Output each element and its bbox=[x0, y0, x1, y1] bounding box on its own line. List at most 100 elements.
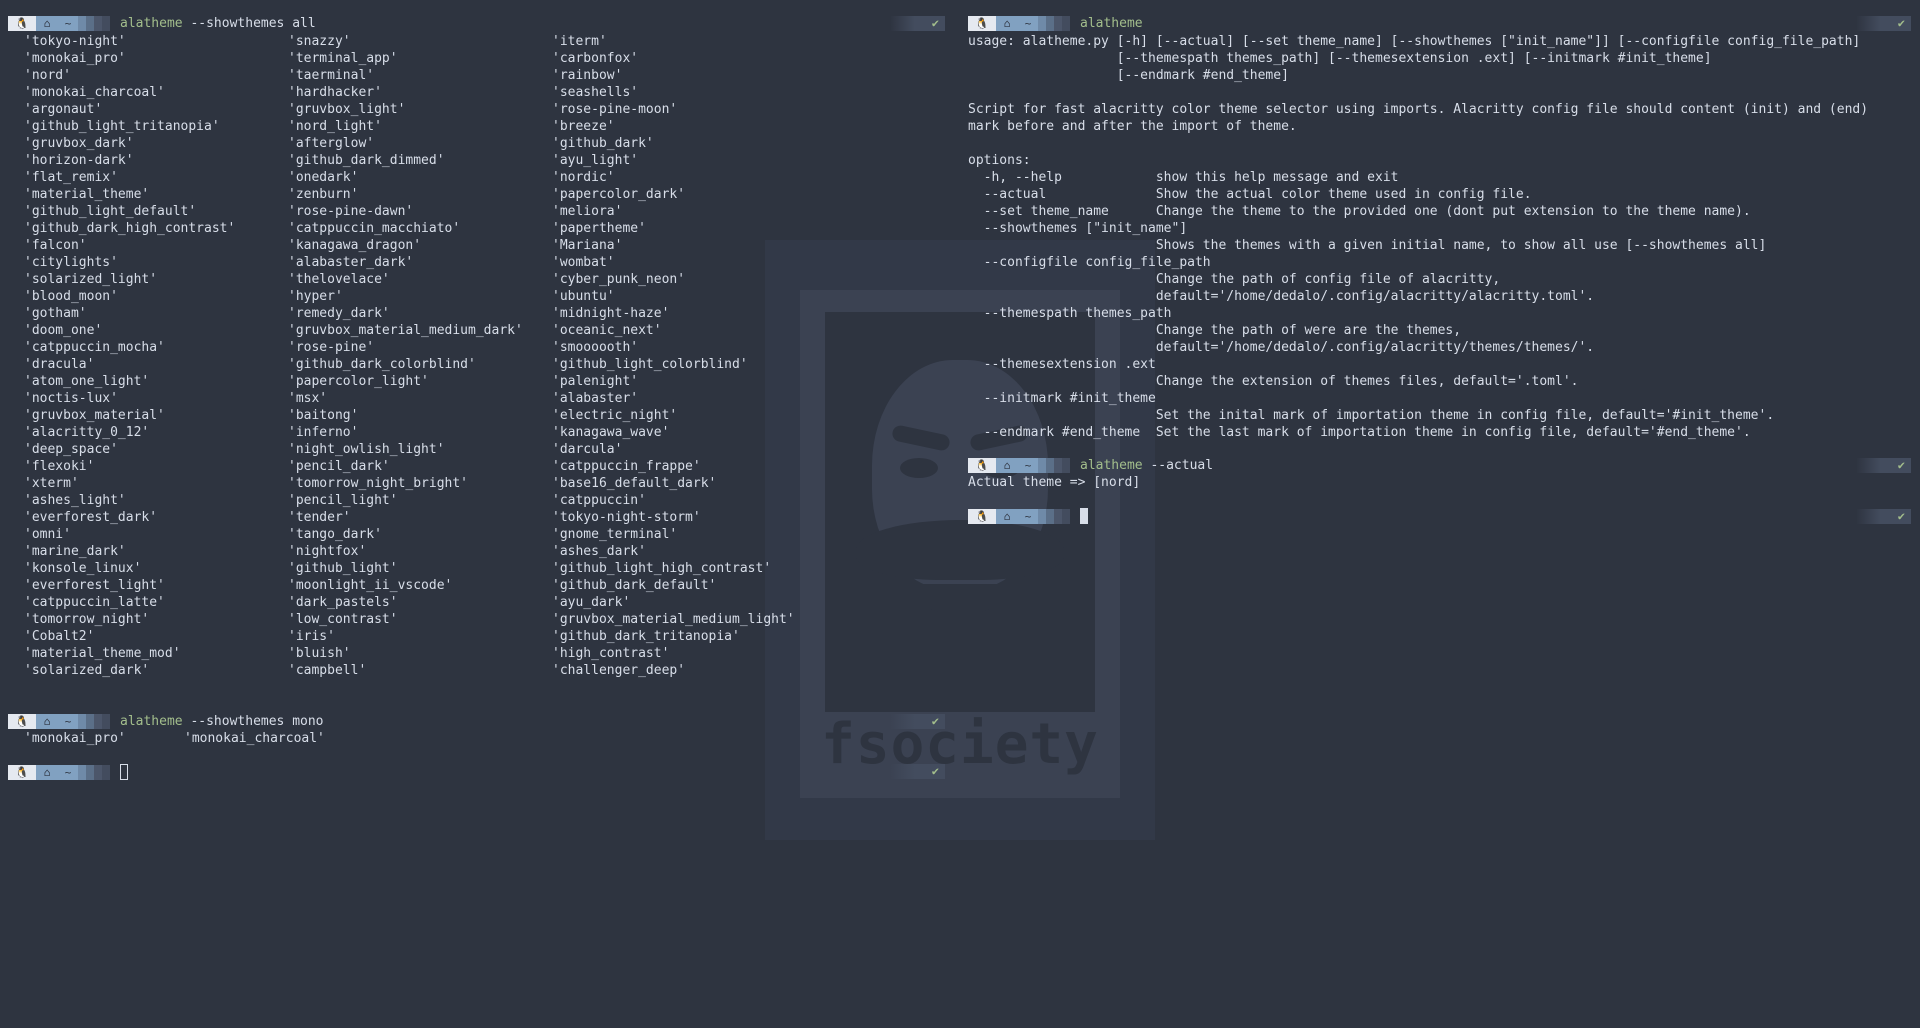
theme-name: 'flexoki' bbox=[24, 459, 95, 474]
theme-name: 'catppuccin_frappe' bbox=[552, 459, 701, 474]
help-line: --showthemes ["init_name"] bbox=[968, 221, 1188, 236]
prompt-segments: 🐧 ⌂ ~ bbox=[968, 458, 1070, 473]
linux-icon: 🐧 bbox=[968, 458, 996, 473]
terminal-cursor[interactable] bbox=[1080, 508, 1088, 524]
theme-name: 'iris' bbox=[288, 629, 335, 644]
success-check-icon: ✔ bbox=[890, 714, 945, 729]
prompt-segments: 🐧 ⌂ ~ bbox=[8, 714, 110, 729]
success-check-icon: ✔ bbox=[1856, 16, 1911, 31]
help-line: mark before and after the import of them… bbox=[968, 119, 1297, 134]
theme-name: 'ubuntu' bbox=[552, 289, 615, 304]
help-line: [--endmark #end_theme] bbox=[968, 68, 1289, 83]
command-args: --actual bbox=[1142, 458, 1214, 473]
help-line: Change the extension of themes files, de… bbox=[968, 374, 1579, 389]
theme-name: 'darcula' bbox=[552, 442, 623, 457]
help-line: Shows the themes with a given initial na… bbox=[968, 238, 1767, 253]
theme-name: 'tender' bbox=[288, 510, 351, 525]
theme-name: 'gruvbox_material_medium_dark' bbox=[288, 323, 523, 338]
current-directory: ~ bbox=[1018, 458, 1038, 473]
prompt-segments: 🐧 ⌂ ~ bbox=[968, 509, 1070, 524]
theme-name: 'campbell' bbox=[288, 663, 367, 678]
success-check-icon: ✔ bbox=[1856, 458, 1911, 473]
theme-name: 'gotham' bbox=[24, 306, 87, 321]
help-line: Script for fast alacritty color theme se… bbox=[968, 102, 1869, 117]
theme-name: 'moonlight_ii_vscode' bbox=[288, 578, 453, 593]
theme-name: 'argonaut' bbox=[24, 102, 103, 117]
help-line: Change the path of config file of alacri… bbox=[968, 272, 1501, 287]
help-line: --themespath themes_path bbox=[968, 306, 1172, 321]
command-args: --showthemes all bbox=[182, 16, 316, 31]
theme-name: 'midnight-haze' bbox=[552, 306, 670, 321]
help-line: --initmark #init_theme bbox=[968, 391, 1156, 406]
theme-name: 'material_theme' bbox=[24, 187, 150, 202]
success-check-icon: ✔ bbox=[890, 16, 945, 31]
theme-name: 'ayu_light' bbox=[552, 153, 639, 168]
theme-name: 'low_contrast' bbox=[288, 612, 398, 627]
help-line: default='/home/dedalo/.config/alacritty/… bbox=[968, 289, 1595, 304]
theme-name: 'tomorrow_night' bbox=[24, 612, 150, 627]
themes-column-1: 'tokyo-night' 'monokai_pro' 'nord' 'monokai… bbox=[24, 33, 235, 679]
theme-name: 'github_dark_default' bbox=[552, 578, 717, 593]
terminal-pane-left[interactable]: 🐧 ⌂ ~ alatheme --showthemes all ✔ 'tokyo-n… bbox=[0, 0, 955, 1028]
command-name: alatheme bbox=[1080, 16, 1143, 31]
home-icon: ⌂ bbox=[36, 714, 58, 729]
theme-name: 'bluish' bbox=[288, 646, 351, 661]
linux-icon: 🐧 bbox=[8, 714, 36, 729]
theme-name: 'nord_light' bbox=[288, 119, 382, 134]
theme-name: 'github_dark_high_contrast' bbox=[24, 221, 236, 236]
prompt-segments: 🐧 ⌂ ~ bbox=[8, 765, 110, 780]
theme-name: 'hyper' bbox=[288, 289, 343, 304]
theme-name: 'github_light_tritanopia' bbox=[24, 119, 220, 134]
command-line: alatheme --actual bbox=[1080, 457, 1213, 474]
current-directory: ~ bbox=[58, 714, 78, 729]
theme-name: 'snazzy' bbox=[288, 34, 351, 49]
theme-name: 'pencil_dark' bbox=[288, 459, 390, 474]
theme-name: 'kanagawa_dragon' bbox=[288, 238, 422, 253]
home-icon: ⌂ bbox=[996, 458, 1018, 473]
help-line bbox=[968, 135, 1868, 152]
theme-name: 'solarized_light' bbox=[24, 272, 158, 287]
theme-name: 'flat_remix' bbox=[24, 170, 118, 185]
theme-name: 'horizon-dark' bbox=[24, 153, 134, 168]
linux-icon: 🐧 bbox=[968, 509, 996, 524]
theme-name: 'tokyo-night-storm' bbox=[552, 510, 701, 525]
theme-name: 'onedark' bbox=[288, 170, 359, 185]
theme-name: 'gnome_terminal' bbox=[552, 527, 678, 542]
theme-name: 'solarized_dark' bbox=[24, 663, 150, 678]
terminal-cursor[interactable] bbox=[120, 764, 128, 780]
command-name: alatheme bbox=[120, 16, 183, 31]
command-line: alatheme --showthemes mono bbox=[120, 713, 324, 730]
theme-name: 'thelovelace' bbox=[288, 272, 390, 287]
theme-name: 'tango_dark' bbox=[288, 527, 382, 542]
theme-name: 'konsole_linux' bbox=[24, 561, 142, 576]
theme-name: 'monokai_pro' bbox=[24, 51, 126, 66]
theme-name: 'papercolor_light' bbox=[288, 374, 429, 389]
theme-name: 'tokyo-night' bbox=[24, 34, 126, 49]
prompt-segments: 🐧 ⌂ ~ bbox=[968, 16, 1070, 31]
terminal-pane-right[interactable]: 🐧 ⌂ ~ alatheme ✔ usage: alatheme.py [-h] [… bbox=[960, 0, 1920, 1028]
theme-name: 'catppuccin_mocha' bbox=[24, 340, 165, 355]
theme-name: 'github_light_default' bbox=[24, 204, 197, 219]
theme-name: 'atom_one_light' bbox=[24, 374, 150, 389]
current-directory: ~ bbox=[58, 16, 78, 31]
theme-name: 'papertheme' bbox=[552, 221, 646, 236]
home-icon: ⌂ bbox=[996, 16, 1018, 31]
theme-name: 'gruvbox_light' bbox=[288, 102, 406, 117]
theme-name: 'rose-pine-moon' bbox=[552, 102, 678, 117]
theme-name: 'xterm' bbox=[24, 476, 79, 491]
theme-name: 'github_dark' bbox=[552, 136, 654, 151]
help-line: [--themespath themes_path] [--themesexte… bbox=[968, 51, 1712, 66]
theme-name: 'ayu_dark' bbox=[552, 595, 631, 610]
theme-name: 'ashes_light' bbox=[24, 493, 126, 508]
theme-name: 'catppuccin_macchiato' bbox=[288, 221, 461, 236]
theme-name: 'terminal_app' bbox=[288, 51, 398, 66]
theme-name: 'challenger_deep' bbox=[552, 663, 686, 678]
theme-name: 'tomorrow_night_bright' bbox=[288, 476, 469, 491]
help-line: options: bbox=[968, 153, 1031, 168]
theme-name: 'gruvbox_material' bbox=[24, 408, 165, 423]
theme-name: 'gruvbox_dark' bbox=[24, 136, 134, 151]
theme-name: 'rose-pine' bbox=[288, 340, 375, 355]
theme-name: 'seashells' bbox=[552, 85, 639, 100]
actual-theme-output: Actual theme => [nord] bbox=[968, 475, 1141, 490]
theme-name: 'rainbow' bbox=[552, 68, 623, 83]
